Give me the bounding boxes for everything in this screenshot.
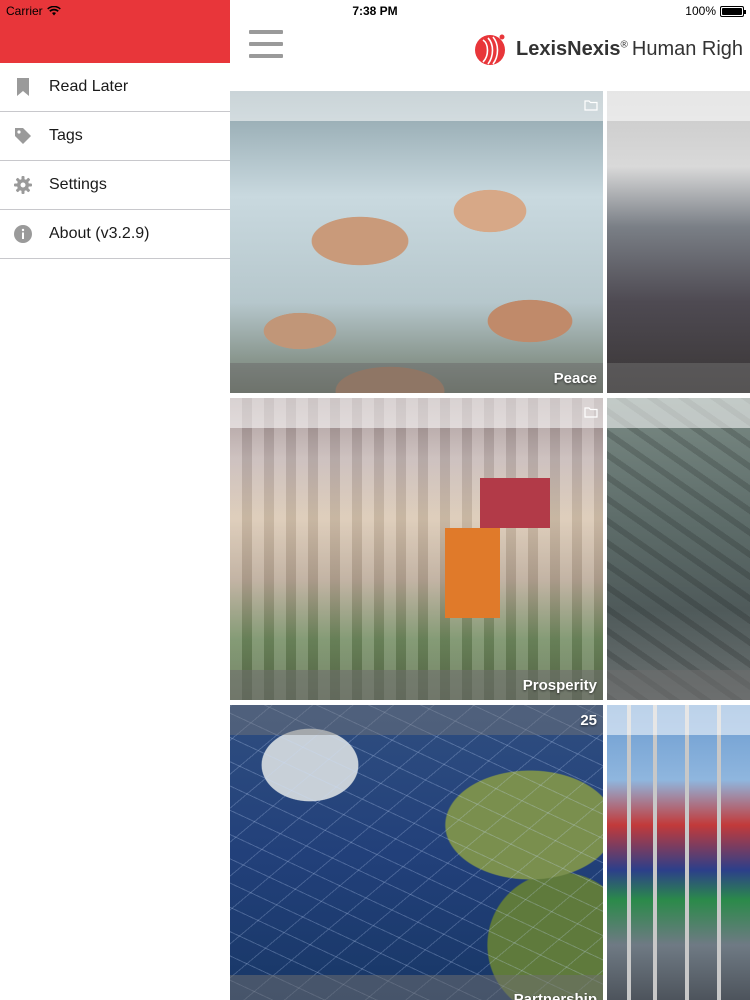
sidebar-item-settings[interactable]: Settings	[0, 161, 230, 210]
battery-indicator: 100%	[685, 4, 746, 18]
brand-name: LexisNexis® Human Righ	[516, 38, 743, 61]
battery-percent: 100%	[685, 4, 716, 18]
brand-name-suffix: Human Righ	[631, 37, 744, 60]
status-time: 7:38 PM	[352, 4, 398, 18]
tile-label: Peace	[553, 370, 597, 387]
article-count-badge: 25	[580, 712, 597, 729]
flags-photo	[607, 705, 750, 1000]
brand-logo: LexisNexis® Human Righ	[474, 32, 743, 66]
tile-peace[interactable]: Peace	[230, 91, 603, 393]
tile-label: Prosperity	[522, 677, 597, 694]
sidebar-menu: Read Later Tags Settings About (v3.2.9)	[0, 0, 230, 1000]
gear-icon	[14, 176, 32, 194]
hamburger-menu-button[interactable]	[249, 30, 283, 58]
tile-partnership[interactable]: 25 Partnership	[230, 705, 603, 1000]
tile-aerial[interactable]	[607, 398, 750, 700]
tile-prosperity[interactable]: Prosperity	[230, 398, 603, 700]
migrants-photo	[607, 91, 750, 393]
tile-label: Partnership	[513, 991, 597, 1000]
brand-registered-mark: ®	[620, 38, 628, 50]
main-content: LexisNexis® Human Righ Peace Prosperity …	[230, 0, 750, 1000]
topic-grid: Peace Prosperity 25 Partnership	[230, 91, 750, 1000]
aerial-photo	[607, 398, 750, 700]
sidebar-item-label: Tags	[49, 127, 83, 144]
peace-photo	[230, 91, 603, 393]
tile-migrants[interactable]	[607, 91, 750, 393]
brand-name-main: LexisNexis	[516, 37, 621, 60]
sidebar-item-label: Settings	[49, 176, 107, 193]
lexisnexis-logo-icon	[475, 34, 505, 65]
sidebar-item-label: Read Later	[49, 78, 129, 95]
sidebar-item-read-later[interactable]: Read Later	[0, 63, 230, 112]
sidebar-item-label: About (v3.2.9)	[49, 225, 150, 242]
earth-network-photo	[230, 705, 603, 1000]
app-root: Carrier 7:38 PM 100% Read Later Tags Set…	[0, 0, 750, 1000]
tag-icon	[14, 127, 32, 145]
top-bar: LexisNexis® Human Righ	[230, 22, 750, 91]
folder-icon	[584, 100, 598, 111]
info-icon	[14, 225, 32, 243]
prosperity-photo	[230, 398, 603, 700]
tile-flags[interactable]	[607, 705, 750, 1000]
folder-icon	[584, 407, 598, 418]
bookmark-icon	[14, 78, 32, 96]
sidebar-item-tags[interactable]: Tags	[0, 112, 230, 161]
battery-icon	[720, 5, 746, 17]
sidebar-item-about[interactable]: About (v3.2.9)	[0, 210, 230, 259]
status-bar: Carrier 7:38 PM 100%	[0, 0, 750, 22]
